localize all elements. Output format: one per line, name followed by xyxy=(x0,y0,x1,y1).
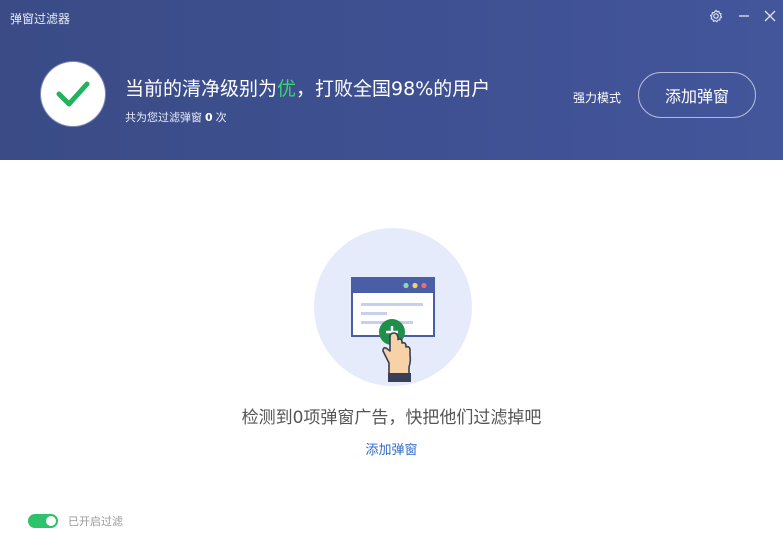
add-popup-button[interactable]: 添加弹窗 xyxy=(638,72,756,118)
headline-prefix: 当前的清净级别为 xyxy=(125,78,278,100)
add-popup-link[interactable]: 添加弹窗 xyxy=(0,439,783,458)
close-icon xyxy=(764,10,776,22)
gear-icon xyxy=(709,9,723,23)
headline-suffix: ，打败全国98%的用户 xyxy=(296,78,491,100)
window-title: 弹窗过滤器 xyxy=(10,12,71,26)
settings-button[interactable] xyxy=(705,6,727,26)
toggle-knob xyxy=(46,516,56,526)
add-popup-illustration xyxy=(313,227,473,387)
subline-suffix: 次 xyxy=(215,111,227,124)
close-button[interactable] xyxy=(759,6,781,26)
header-banner: 弹窗过滤器 当前的清净级别为优，打败全国98%的用户 共为您过滤弹窗 0 次 强力模… xyxy=(0,0,783,160)
cleanliness-headline: 当前的清净级别为优，打败全国98%的用户 xyxy=(125,74,490,101)
empty-state-message: 检测到0项弹窗广告，快把他们过滤掉吧 xyxy=(241,408,542,428)
filtered-count: 0 xyxy=(205,111,213,124)
status-badge xyxy=(41,62,105,126)
filter-toggle[interactable] xyxy=(28,514,58,528)
strong-mode-link[interactable]: 强力模式 xyxy=(573,89,621,106)
minimize-icon xyxy=(739,15,749,17)
checkmark-icon xyxy=(56,81,90,107)
cleanliness-level: 优 xyxy=(277,78,297,100)
minimize-button[interactable] xyxy=(733,6,755,26)
filter-toggle-label: 已开启过滤 xyxy=(68,515,123,528)
subline-prefix: 共为您过滤弹窗 xyxy=(125,111,202,124)
filtered-count-line: 共为您过滤弹窗 0 次 xyxy=(125,109,227,125)
